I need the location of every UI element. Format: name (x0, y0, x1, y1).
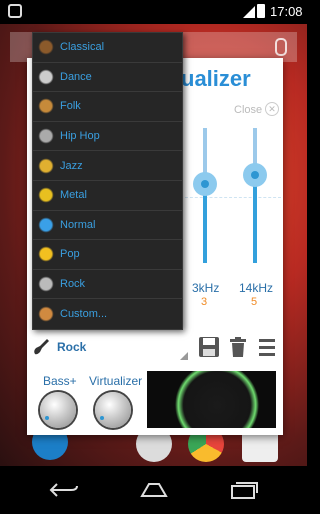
knob-indicator (100, 416, 104, 420)
dropdown-item[interactable]: Folk (33, 92, 182, 122)
recents-button[interactable] (224, 476, 264, 504)
dropdown-item-label: Metal (60, 189, 87, 202)
back-icon (49, 483, 78, 497)
dropdown-item[interactable]: Dance (33, 63, 182, 93)
trash-icon[interactable] (227, 336, 249, 358)
person-icon (37, 305, 55, 324)
guitar-icon (34, 339, 49, 355)
band-frequency-label: 3kHz (192, 281, 220, 295)
preset-dropdown[interactable]: Classical Dance Folk Hip Hop Jazz Metal Normal… (32, 32, 183, 330)
close-circle-icon[interactable]: ✕ (265, 102, 279, 116)
dropdown-item-label: Custom... (60, 308, 108, 321)
band-slider-fill (253, 175, 257, 263)
turntable-icon (37, 67, 55, 86)
navigation-bar (0, 466, 307, 514)
home-button[interactable] (134, 476, 174, 504)
close-button[interactable]: Close (234, 104, 262, 116)
dropdown-item[interactable]: Hip Hop (33, 122, 182, 152)
clock: 17:08 (270, 4, 303, 19)
notification-icon (8, 4, 22, 18)
mic-icon[interactable] (275, 38, 287, 56)
dropdown-item-label: Classical (60, 41, 105, 54)
preset-selector[interactable]: Rock (32, 334, 188, 360)
dropdown-item-label: Pop (60, 248, 80, 261)
dropdown-item[interactable]: Custom... (33, 299, 182, 329)
dropdown-item-label: Jazz (60, 159, 83, 172)
visualizer-display (147, 371, 276, 428)
dropdown-item-label: Rock (60, 278, 86, 291)
signal-icon (243, 6, 255, 18)
menu-icon[interactable] (256, 336, 278, 358)
dropdown-item-label: Normal (60, 218, 96, 231)
bass-boost-knob[interactable] (40, 392, 76, 428)
preset-label: Rock (57, 340, 87, 354)
saxophone-icon (37, 156, 55, 175)
visualizer-glow (175, 371, 259, 428)
dropdown-item-label: Dance (60, 70, 92, 83)
dropdown-item-label: Hip Hop (60, 130, 100, 143)
dropdown-item[interactable]: Rock (33, 270, 182, 300)
band-slider-knob[interactable] (193, 172, 217, 196)
microphone-icon (37, 127, 55, 146)
effect-label: Bass+ (43, 374, 77, 388)
status-bar: 17:08 (0, 0, 307, 24)
recents-icon (231, 482, 258, 499)
smiley-icon (37, 245, 55, 264)
band-slider-knob[interactable] (243, 163, 267, 187)
band-level-value: 5 (251, 296, 258, 308)
music-note-icon (37, 215, 55, 234)
electric-guitar-icon (37, 275, 55, 294)
dropdown-item[interactable]: Normal (33, 211, 182, 241)
save-icon[interactable] (198, 336, 220, 358)
band-level-value: 3 (201, 296, 208, 308)
acoustic-guitar-icon (37, 97, 55, 116)
effect-label: Virtualizer (89, 374, 143, 388)
dropdown-item[interactable]: Metal (33, 181, 182, 211)
dropdown-item[interactable]: Classical (33, 33, 182, 63)
violin-icon (37, 38, 55, 57)
battery-icon (257, 4, 265, 18)
metal-emblem-icon (37, 186, 55, 205)
knob-indicator (45, 416, 49, 420)
band-frequency-label: 14kHz (239, 281, 274, 295)
virtualizer-knob[interactable] (95, 392, 131, 428)
spinner-corner-icon (180, 352, 188, 360)
dropdown-item-label: Folk (60, 100, 81, 113)
home-icon (140, 483, 168, 497)
back-button[interactable] (44, 476, 84, 504)
dropdown-item[interactable]: Jazz (33, 151, 182, 181)
dropdown-item[interactable]: Pop (33, 240, 182, 270)
slider-center-line (185, 197, 281, 198)
app-title: ualizer (181, 66, 251, 91)
